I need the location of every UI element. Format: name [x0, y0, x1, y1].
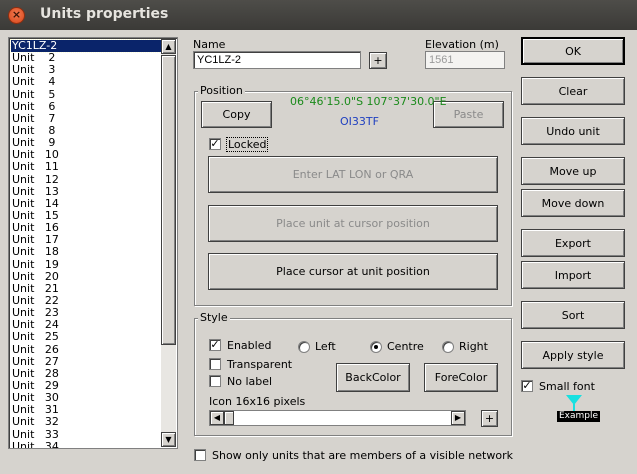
align-left-label: Left	[315, 340, 336, 353]
scroll-thumb[interactable]	[161, 55, 176, 345]
list-item[interactable]: Unit 26	[11, 343, 161, 356]
locked-checkbox[interactable]: ✓	[209, 138, 221, 150]
icon-plus-button[interactable]: +	[481, 410, 498, 427]
enabled-checkbox[interactable]: ✓	[209, 339, 221, 351]
example-label: Example	[557, 411, 601, 422]
apply-style-button[interactable]: Apply style	[521, 341, 625, 369]
align-centre-radio[interactable]	[370, 341, 382, 353]
qra-locator-text: OI33TF	[340, 115, 379, 128]
scroll-down-arrow-icon[interactable]: ▼	[161, 432, 176, 447]
clear-button[interactable]: Clear	[521, 77, 625, 105]
example-marker-stem	[573, 404, 575, 411]
align-centre-label: Centre	[387, 340, 424, 353]
copy-button[interactable]: Copy	[201, 101, 272, 128]
list-item[interactable]: Unit 4	[11, 76, 161, 88]
scroll-left-arrow-icon[interactable]: ◀	[210, 411, 224, 425]
list-item[interactable]: Unit 33	[11, 428, 161, 441]
no-label-label: No label	[227, 375, 273, 388]
name-label: Name	[193, 38, 226, 51]
forecolor-button[interactable]: ForeColor	[424, 363, 498, 392]
export-button[interactable]: Export	[521, 229, 625, 257]
list-item[interactable]: Unit 11	[11, 161, 161, 173]
move-up-button[interactable]: Move up	[521, 157, 625, 185]
position-group-title: Position	[198, 84, 245, 97]
list-item[interactable]: Unit 34	[11, 440, 161, 448]
transparent-checkbox[interactable]	[209, 358, 221, 370]
small-font-label: Small font	[539, 380, 595, 393]
align-right-label: Right	[459, 340, 488, 353]
title-bar: × Units properties	[0, 0, 637, 30]
enabled-label: Enabled	[227, 339, 272, 352]
name-plus-button[interactable]: +	[369, 52, 387, 69]
ok-button[interactable]: OK	[521, 37, 625, 65]
list-item[interactable]: Unit 20	[11, 270, 161, 283]
scroll-up-arrow-icon[interactable]: ▲	[161, 39, 176, 54]
align-right-radio[interactable]	[442, 341, 454, 353]
units-properties-window: × Units properties YC1LZ-2 Unit 2 Unit 3 Un…	[0, 0, 637, 474]
small-font-checkbox[interactable]: ✓	[521, 380, 533, 392]
elevation-label: Elevation (m)	[425, 38, 499, 51]
enter-latlon-button[interactable]: Enter LAT LON or QRA	[208, 156, 498, 193]
no-label-checkbox[interactable]	[209, 375, 221, 387]
transparent-label: Transparent	[227, 358, 293, 371]
import-button[interactable]: Import	[521, 261, 625, 289]
name-input[interactable]	[193, 51, 361, 69]
list-item[interactable]: Unit 32	[11, 416, 161, 428]
style-group-title: Style	[198, 311, 230, 324]
example-preview: Example	[555, 395, 601, 425]
close-icon[interactable]: ×	[8, 7, 25, 24]
unit-list[interactable]: YC1LZ-2 Unit 2 Unit 3 Unit 4 Unit 5 Unit 6 Uni…	[8, 37, 178, 449]
undo-unit-button[interactable]: Undo unit	[521, 117, 625, 145]
coordinates-text: 06°46'15.0"S 107°37'30.0"E	[290, 95, 447, 108]
show-only-visible-label: Show only units that are members of a vi…	[212, 449, 513, 462]
icon-size-label: Icon 16x16 pixels	[209, 395, 306, 408]
list-item[interactable]: Unit 25	[11, 331, 161, 343]
icon-size-slider[interactable]: ◀ ▶	[209, 410, 466, 426]
list-item[interactable]: Unit 5	[11, 88, 161, 101]
unit-list-items: YC1LZ-2 Unit 2 Unit 3 Unit 4 Unit 5 Unit 6 Uni…	[10, 38, 162, 448]
place-cursor-at-unit-button[interactable]: Place cursor at unit position	[208, 253, 498, 290]
elevation-input[interactable]	[425, 51, 505, 69]
list-item[interactable]: Unit 13	[11, 185, 161, 198]
sort-button[interactable]: Sort	[521, 301, 625, 329]
list-item[interactable]: Unit 19	[11, 258, 161, 271]
window-title: Units properties	[40, 6, 169, 22]
unit-list-scrollbar[interactable]: ▲ ▼	[161, 39, 176, 447]
locked-label[interactable]: Locked	[225, 137, 269, 152]
icon-size-slider-thumb[interactable]	[224, 411, 234, 425]
list-item[interactable]: Unit 27	[11, 355, 161, 368]
backcolor-button[interactable]: BackColor	[336, 363, 410, 392]
move-down-button[interactable]: Move down	[521, 189, 625, 217]
place-unit-at-cursor-button[interactable]: Place unit at cursor position	[208, 205, 498, 242]
list-item[interactable]: Unit 12	[11, 173, 161, 186]
scroll-right-arrow-icon[interactable]: ▶	[451, 411, 465, 425]
align-left-radio[interactable]	[298, 341, 310, 353]
list-item[interactable]: Unit 18	[11, 246, 161, 258]
show-only-visible-checkbox[interactable]	[194, 449, 206, 461]
